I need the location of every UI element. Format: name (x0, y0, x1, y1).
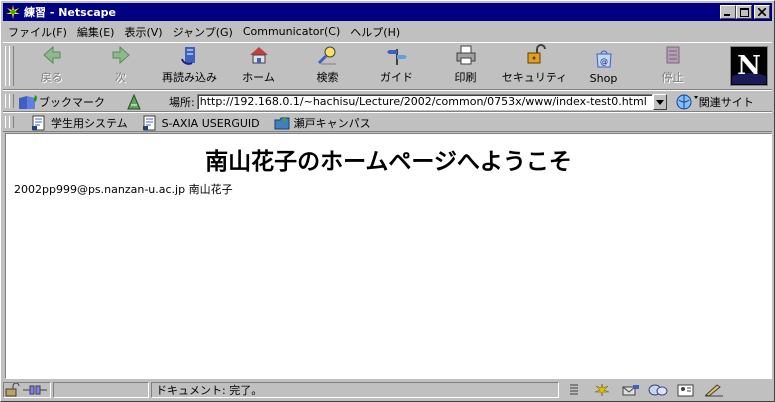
home-button[interactable]: ホーム (224, 43, 293, 89)
window-title: 練習 - Netscape (24, 6, 116, 19)
maximize-icon (739, 7, 749, 17)
print-label: 印刷 (454, 71, 477, 84)
personal-toolbar: 学生用システム S-AXIA USERGUID 瀬戸キャンパス (3, 112, 772, 132)
mail-inbox-icon[interactable] (619, 383, 641, 397)
forward-button[interactable]: 次 (86, 43, 155, 89)
page-email-text: 2002pp999@ps.nanzan-u.ac.jp 南山花子 (14, 183, 233, 196)
url-dropdown-button[interactable] (652, 94, 667, 110)
back-button[interactable]: 戻る (17, 43, 86, 89)
title-bar[interactable]: 練習 - Netscape (3, 3, 772, 21)
menu-go[interactable]: ジャンプ(G) (168, 24, 238, 40)
location-label: 場所: (169, 96, 195, 109)
guide-icon (386, 49, 407, 65)
netscape-n-logo-icon: N (732, 48, 766, 84)
related-sites-button[interactable]: 関連サイト (675, 93, 754, 111)
reload-button[interactable]: 再読み込み (155, 43, 224, 89)
bookmarks-button[interactable]: ブックマーク (17, 93, 121, 111)
toolbar-grip[interactable] (9, 46, 14, 86)
browser-window: 練習 - Netscape ファイル(F) 編集(E) 表示(V) ジャンプ(G… (0, 0, 775, 402)
forward-label: 次 (115, 71, 126, 84)
component-bar (563, 383, 725, 397)
close-icon (758, 8, 766, 16)
shop-icon: @ (595, 50, 612, 68)
search-icon (317, 46, 336, 65)
reload-label: 再読み込み (162, 71, 217, 84)
status-security-cell (3, 382, 51, 398)
stop-button[interactable]: 停止 (638, 43, 707, 89)
connection-plug-icon[interactable] (22, 383, 48, 397)
chevron-down-icon (655, 99, 664, 105)
netscape-app-icon (5, 4, 21, 20)
status-text: ドキュメント: 完了。 (151, 382, 559, 398)
home-label: ホーム (242, 71, 275, 84)
minimize-button[interactable] (720, 5, 736, 19)
home-icon (249, 47, 268, 64)
bookmark-folder-icon (274, 117, 290, 130)
bookmark-student-system[interactable]: 学生用システム (31, 115, 128, 131)
page-bookmark-icon (142, 115, 156, 131)
print-button[interactable]: 印刷 (431, 43, 500, 89)
print-icon (456, 45, 475, 65)
search-button[interactable]: 検索 (293, 43, 362, 89)
address-book-icon[interactable] (675, 383, 697, 397)
related-sites-icon (676, 94, 698, 110)
guide-button[interactable]: ガイド (362, 43, 431, 89)
security-button[interactable]: セキュリティ (500, 43, 569, 89)
menu-edit[interactable]: 編集(E) (72, 24, 120, 40)
netscape-logo[interactable]: N (730, 46, 768, 86)
security-label: セキュリティ (501, 71, 568, 84)
bookmark-label: S-AXIA USERGUID (161, 116, 260, 130)
progress-bar (53, 382, 149, 398)
search-label: 検索 (316, 71, 339, 84)
bookmark-s-axia-userguide[interactable]: S-AXIA USERGUID (142, 115, 260, 131)
bookmark-folder-seto-campus[interactable]: 瀬戸キャンパス (274, 115, 371, 131)
security-lock-icon[interactable] (4, 383, 22, 397)
navigator-icon[interactable] (591, 383, 613, 397)
close-button[interactable] (754, 5, 770, 19)
toolbar-grip[interactable] (9, 116, 14, 128)
stop-icon (666, 46, 679, 64)
navigation-toolbar: 戻る 次 再読み込み ホーム 検索 ガイド 印刷 セキュリティ @ Shop 停… (3, 42, 772, 90)
security-lock-icon (527, 44, 546, 64)
component-bar-grip-icon[interactable] (563, 383, 585, 397)
shop-button[interactable]: @ Shop (569, 43, 638, 89)
composer-icon[interactable] (703, 383, 725, 397)
menu-communicator[interactable]: Communicator(C) (238, 25, 345, 38)
page-location-icon[interactable] (125, 93, 143, 111)
page-content-area[interactable]: 南山花子のホームページへようこそ 2002pp999@ps.nanzan-u.a… (5, 133, 772, 379)
url-input[interactable]: http://192.168.0.1/~hachisu/Lecture/2002… (196, 94, 653, 110)
svg-text:@: @ (600, 57, 608, 66)
menu-bar: ファイル(F) 編集(E) 表示(V) ジャンプ(G) Communicator… (3, 22, 772, 41)
maximize-button[interactable] (736, 5, 752, 19)
reload-icon (180, 47, 195, 65)
guide-label: ガイド (380, 71, 413, 84)
page-heading: 南山花子のホームページへようこそ (205, 149, 572, 175)
bookmarks-icon (19, 95, 37, 109)
menu-file[interactable]: ファイル(F) (3, 24, 72, 40)
bookmark-label: 瀬戸キャンパス (293, 117, 371, 130)
newsgroups-icon[interactable] (647, 383, 669, 397)
back-arrow-icon (42, 45, 60, 65)
menu-help[interactable]: ヘルプ(H) (345, 24, 405, 40)
minimize-icon (724, 14, 730, 16)
toolbar-grip[interactable] (9, 94, 14, 108)
forward-arrow-icon (112, 45, 130, 65)
bookmarks-label: ブックマーク (39, 96, 105, 109)
back-label: 戻る (40, 71, 63, 84)
location-toolbar: ブックマーク 場所: http://192.168.0.1/~hachisu/L… (3, 90, 772, 112)
stop-label: 停止 (661, 71, 684, 84)
bookmark-label: 学生用システム (51, 117, 128, 130)
shop-label: Shop (589, 72, 618, 85)
status-bar: ドキュメント: 完了。 (3, 381, 772, 399)
menu-view[interactable]: 表示(V) (119, 24, 167, 40)
page-bookmark-icon (32, 115, 45, 131)
related-sites-label: 関連サイト (698, 96, 754, 109)
logo-letter: N (737, 51, 761, 81)
